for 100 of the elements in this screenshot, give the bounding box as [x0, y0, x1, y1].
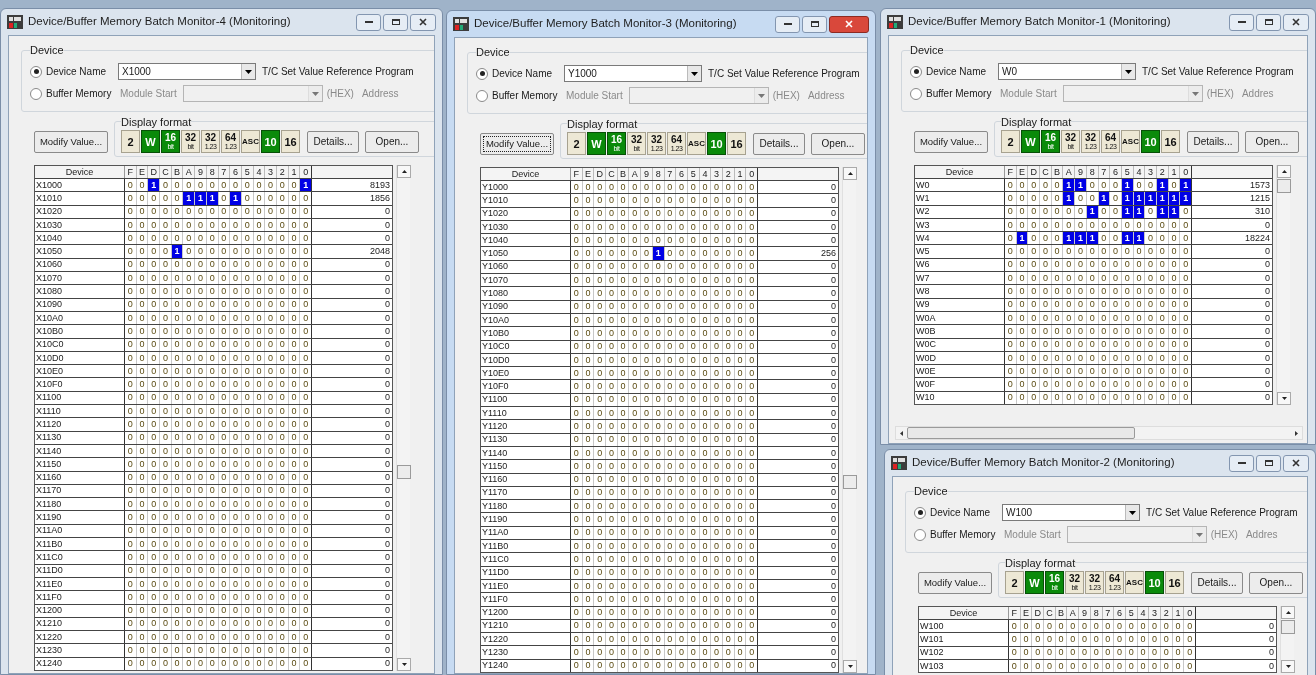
bit-cell[interactable]: 0	[641, 420, 653, 433]
bit-cell[interactable]: 0	[687, 619, 700, 633]
bit-cell[interactable]: 0	[1063, 218, 1076, 232]
bit-cell[interactable]: 0	[1160, 646, 1173, 659]
bit-cell[interactable]: 0	[1098, 365, 1111, 378]
bit-cell[interactable]: 1	[230, 192, 242, 205]
bit-cell[interactable]: 0	[253, 285, 266, 298]
bit-cell[interactable]: 0	[652, 579, 665, 593]
bit-cell[interactable]: 0	[606, 313, 618, 327]
bit-cell[interactable]: 0	[1086, 192, 1099, 205]
bit-cell[interactable]: 0	[746, 593, 758, 606]
bit-cell[interactable]: 0	[746, 606, 758, 619]
bit-cell[interactable]: 0	[1063, 205, 1076, 218]
bit-cell[interactable]: 0	[629, 659, 642, 672]
bit-cell[interactable]: 0	[1145, 179, 1157, 192]
bit-cell[interactable]: 0	[664, 247, 677, 260]
bit-cell[interactable]: 0	[218, 245, 231, 258]
bit-cell[interactable]: 0	[629, 619, 642, 633]
bit-cell[interactable]: 0	[206, 418, 219, 431]
details-button[interactable]: Details...	[1187, 130, 1239, 153]
bit-cell[interactable]: 0	[722, 194, 735, 207]
bit-cell[interactable]: 0	[265, 644, 277, 657]
bit-cell[interactable]: 0	[1180, 365, 1192, 378]
bit-cell[interactable]: 0	[218, 498, 231, 511]
bit-cell[interactable]: 0	[1098, 351, 1111, 365]
bit-cell[interactable]: 0	[664, 313, 677, 327]
bit-cell[interactable]: 0	[711, 327, 723, 340]
bit-cell[interactable]: 0	[230, 218, 242, 232]
bit-cell[interactable]: 0	[160, 564, 172, 577]
bit-cell[interactable]: 0	[711, 606, 723, 619]
bit-cell[interactable]: 0	[265, 351, 277, 365]
bit-cell[interactable]: 0	[195, 524, 207, 537]
bit-cell[interactable]: 0	[1063, 311, 1076, 325]
bit-cell[interactable]: 0	[125, 311, 137, 325]
bit-cell[interactable]: 0	[1145, 232, 1157, 245]
bit-cell[interactable]: 0	[1063, 338, 1076, 351]
bit-cell[interactable]: 0	[276, 272, 289, 285]
bit-cell[interactable]: 0	[136, 644, 149, 657]
bit-cell[interactable]: 0	[241, 498, 254, 511]
bit-cell[interactable]: 0	[1028, 192, 1041, 205]
bit-cell[interactable]: 0	[1133, 218, 1146, 232]
bit-cell[interactable]: 0	[230, 564, 242, 577]
bit-cell[interactable]: 0	[288, 325, 301, 338]
bit-cell[interactable]: 0	[1168, 285, 1181, 298]
bit-cell[interactable]: 0	[606, 300, 618, 313]
bit-cell[interactable]: 0	[183, 258, 196, 272]
bit-cell[interactable]: 0	[711, 234, 723, 247]
device-cell[interactable]: Y10A0	[481, 313, 571, 327]
device-cell[interactable]: Y1210	[481, 619, 571, 633]
bit-cell[interactable]: 0	[617, 460, 630, 473]
bit-cell[interactable]: 0	[582, 194, 595, 207]
bit-cell[interactable]: 0	[1133, 245, 1146, 258]
device-cell[interactable]: X1020	[35, 205, 125, 218]
bit-cell[interactable]: 0	[1055, 633, 1068, 646]
bit-cell[interactable]: 0	[746, 526, 758, 539]
bit-cell[interactable]: 0	[582, 207, 595, 220]
bit-cell[interactable]: 0	[606, 433, 618, 446]
bit-cell[interactable]: 0	[1032, 620, 1045, 633]
bit-cell[interactable]: 0	[582, 181, 595, 194]
radio-label[interactable]: Buffer Memory	[926, 86, 996, 101]
bit-cell[interactable]: 0	[171, 431, 184, 444]
device-combo-box[interactable]: W0	[998, 63, 1136, 80]
bit-cell[interactable]: 0	[711, 353, 723, 367]
bit-cell[interactable]: 0	[582, 433, 595, 446]
bit-cell[interactable]: 0	[230, 338, 242, 351]
bit-cell[interactable]: 0	[629, 526, 642, 539]
bit-cell[interactable]: 0	[265, 405, 277, 418]
bit-cell[interactable]: 0	[206, 431, 219, 444]
bit-cell[interactable]: 0	[148, 644, 161, 657]
bit-cell[interactable]: 0	[606, 353, 618, 367]
bit-cell[interactable]: 0	[1040, 179, 1052, 192]
bit-cell[interactable]: 0	[734, 579, 747, 593]
bit-cell[interactable]: 0	[664, 646, 677, 659]
bit-cell[interactable]: 0	[1110, 325, 1122, 338]
device-cell[interactable]: Y1070	[481, 274, 571, 287]
bit-cell[interactable]: 0	[276, 245, 289, 258]
bit-cell[interactable]: 0	[241, 471, 254, 484]
bit-cell[interactable]: 0	[711, 420, 723, 433]
device-cell[interactable]: X1010	[35, 192, 125, 205]
bit-cell[interactable]: 0	[195, 405, 207, 418]
bit-cell[interactable]: 0	[641, 287, 653, 300]
bit-cell[interactable]: 0	[195, 285, 207, 298]
bit-cell[interactable]: 0	[160, 205, 172, 218]
bit-cell[interactable]: 0	[136, 511, 149, 524]
bit-cell[interactable]: 0	[1005, 351, 1017, 365]
bit-cell[interactable]: 0	[1051, 285, 1064, 298]
bit-cell[interactable]: 0	[571, 234, 583, 247]
device-combo-box[interactable]: Y1000	[564, 65, 702, 82]
bit-cell[interactable]: 0	[711, 646, 723, 659]
bit-cell[interactable]: 0	[265, 298, 277, 311]
bit-cell[interactable]: 0	[160, 365, 172, 378]
bit-cell[interactable]: 0	[265, 458, 277, 471]
bit-cell[interactable]: 0	[746, 579, 758, 593]
bit-cell[interactable]: 0	[125, 551, 137, 564]
bit-cell[interactable]: 0	[606, 274, 618, 287]
bit-cell[interactable]: 0	[230, 511, 242, 524]
bit-cell[interactable]: 0	[206, 365, 219, 378]
bit-cell[interactable]: 0	[1063, 245, 1076, 258]
bit-cell[interactable]: 0	[241, 378, 254, 391]
bit-cell[interactable]: 0	[218, 391, 231, 405]
